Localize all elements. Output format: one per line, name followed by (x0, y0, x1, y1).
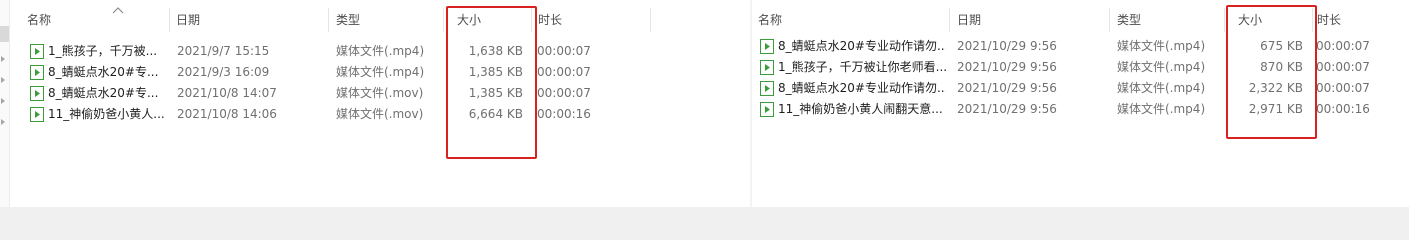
file-size: 675 KB (1260, 39, 1303, 53)
column-header-size-label: 大小 (1238, 13, 1263, 27)
file-date: 2021/10/8 14:06 (177, 107, 277, 121)
file-row[interactable]: 11_神偷奶爸小黄人闹翻天意... 2021/10/29 9:56 媒体文件(.… (752, 99, 1409, 120)
column-divider[interactable] (1224, 8, 1225, 32)
column-header-date[interactable]: 日期 (171, 6, 329, 34)
column-header-date-label: 日期 (957, 13, 982, 27)
file-date: 2021/10/29 9:56 (957, 39, 1057, 53)
column-divider[interactable] (169, 8, 170, 32)
file-name: 1_熊孩子，千万被... (48, 44, 158, 58)
column-header-type[interactable]: 类型 (331, 6, 444, 34)
file-date: 2021/10/29 9:56 (957, 102, 1057, 116)
file-size: 870 KB (1260, 60, 1303, 74)
video-file-icon (30, 65, 44, 80)
column-header-size[interactable]: 大小 (452, 6, 532, 34)
file-type: 媒体文件(.mov) (336, 86, 424, 100)
file-type: 媒体文件(.mp4) (1117, 60, 1206, 74)
file-duration: 00:00:07 (537, 86, 591, 100)
column-header-row: 名称 日期 类型 大小 时长 (752, 6, 1409, 34)
file-type: 媒体文件(.mp4) (1117, 81, 1206, 95)
column-divider[interactable] (328, 8, 329, 32)
explorer-pane-right: 名称 日期 类型 大小 时长 8_蜻蜓点水20#专业动作请勿... 2021/1… (752, 0, 1409, 207)
file-row[interactable]: 8_蜻蜓点水20#专... 2021/10/8 14:07 媒体文件(.mov)… (0, 83, 750, 104)
file-name: 1_熊孩子，千万被让你老师看... (778, 60, 946, 74)
file-duration: 00:00:16 (1316, 102, 1370, 116)
file-type: 媒体文件(.mp4) (336, 44, 425, 58)
column-header-row: 名称 日期 类型 大小 时长 (0, 6, 750, 34)
column-header-type-label: 类型 (336, 13, 361, 27)
sort-ascending-icon (112, 7, 124, 14)
file-row[interactable]: 1_熊孩子，千万被... 2021/9/7 15:15 媒体文件(.mp4) 1… (0, 41, 750, 62)
column-header-name[interactable]: 名称 (22, 6, 170, 34)
column-header-name-label: 名称 (758, 13, 783, 27)
file-name: 8_蜻蜓点水20#专... (48, 65, 159, 79)
column-header-duration-label: 时长 (538, 13, 563, 27)
video-file-icon (30, 107, 44, 122)
file-duration: 00:00:07 (1316, 39, 1370, 53)
video-file-icon (760, 60, 774, 75)
file-name: 8_蜻蜓点水20#专业动作请勿... (778, 81, 946, 95)
column-header-date-label: 日期 (176, 13, 201, 27)
file-size: 1,385 KB (468, 86, 523, 100)
column-header-duration[interactable]: 时长 (533, 6, 651, 34)
file-duration: 00:00:07 (1316, 60, 1370, 74)
column-header-duration-label: 时长 (1317, 13, 1342, 27)
column-header-name-label: 名称 (27, 13, 52, 27)
file-name: 11_神偷奶爸小黄人... (48, 107, 165, 121)
file-date: 2021/10/29 9:56 (957, 81, 1057, 95)
column-header-name[interactable]: 名称 (753, 6, 950, 34)
file-size: 2,322 KB (1248, 81, 1303, 95)
column-divider[interactable] (1109, 8, 1110, 32)
file-row[interactable]: 8_蜻蜓点水20#专... 2021/9/3 16:09 媒体文件(.mp4) … (0, 62, 750, 83)
file-row[interactable]: 8_蜻蜓点水20#专业动作请勿... 2021/10/29 9:56 媒体文件(… (752, 36, 1409, 57)
video-file-icon (760, 81, 774, 96)
file-name: 11_神偷奶爸小黄人闹翻天意... (778, 102, 943, 116)
file-type: 媒体文件(.mp4) (1117, 102, 1206, 116)
video-file-icon (760, 39, 774, 54)
file-name: 8_蜻蜓点水20#专... (48, 86, 159, 100)
video-file-icon (30, 86, 44, 101)
file-date: 2021/9/7 15:15 (177, 44, 270, 58)
file-duration: 00:00:07 (537, 44, 591, 58)
file-size: 1,385 KB (468, 65, 523, 79)
file-size: 6,664 KB (468, 107, 523, 121)
explorer-pane-left: 名称 日期 类型 大小 时长 1_熊孩子，千万被... 2021/9/7 15:… (0, 0, 750, 207)
file-row[interactable]: 11_神偷奶爸小黄人... 2021/10/8 14:06 媒体文件(.mov)… (0, 104, 750, 125)
column-divider[interactable] (650, 8, 651, 32)
file-duration: 00:00:16 (537, 107, 591, 121)
column-header-size-label: 大小 (457, 13, 482, 27)
file-type: 媒体文件(.mp4) (1117, 39, 1206, 53)
column-header-date[interactable]: 日期 (952, 6, 1110, 34)
column-divider[interactable] (949, 8, 950, 32)
column-header-size[interactable]: 大小 (1233, 6, 1313, 34)
column-header-duration[interactable]: 时长 (1312, 6, 1408, 34)
video-file-icon (30, 44, 44, 59)
file-row[interactable]: 8_蜻蜓点水20#专业动作请勿... 2021/10/29 9:56 媒体文件(… (752, 78, 1409, 99)
column-divider[interactable] (443, 8, 444, 32)
file-date: 2021/9/3 16:09 (177, 65, 270, 79)
file-duration: 00:00:07 (1316, 81, 1370, 95)
column-header-type-label: 类型 (1117, 13, 1142, 27)
file-date: 2021/10/29 9:56 (957, 60, 1057, 74)
file-size: 2,971 KB (1248, 102, 1303, 116)
video-file-icon (760, 102, 774, 117)
file-size: 1,638 KB (468, 44, 523, 58)
file-type: 媒体文件(.mov) (336, 107, 424, 121)
file-type: 媒体文件(.mp4) (336, 65, 425, 79)
column-divider[interactable] (531, 8, 532, 32)
column-header-type[interactable]: 类型 (1112, 6, 1225, 34)
file-row[interactable]: 1_熊孩子，千万被让你老师看... 2021/10/29 9:56 媒体文件(.… (752, 57, 1409, 78)
file-date: 2021/10/8 14:07 (177, 86, 277, 100)
file-name: 8_蜻蜓点水20#专业动作请勿... (778, 39, 946, 53)
file-duration: 00:00:07 (537, 65, 591, 79)
